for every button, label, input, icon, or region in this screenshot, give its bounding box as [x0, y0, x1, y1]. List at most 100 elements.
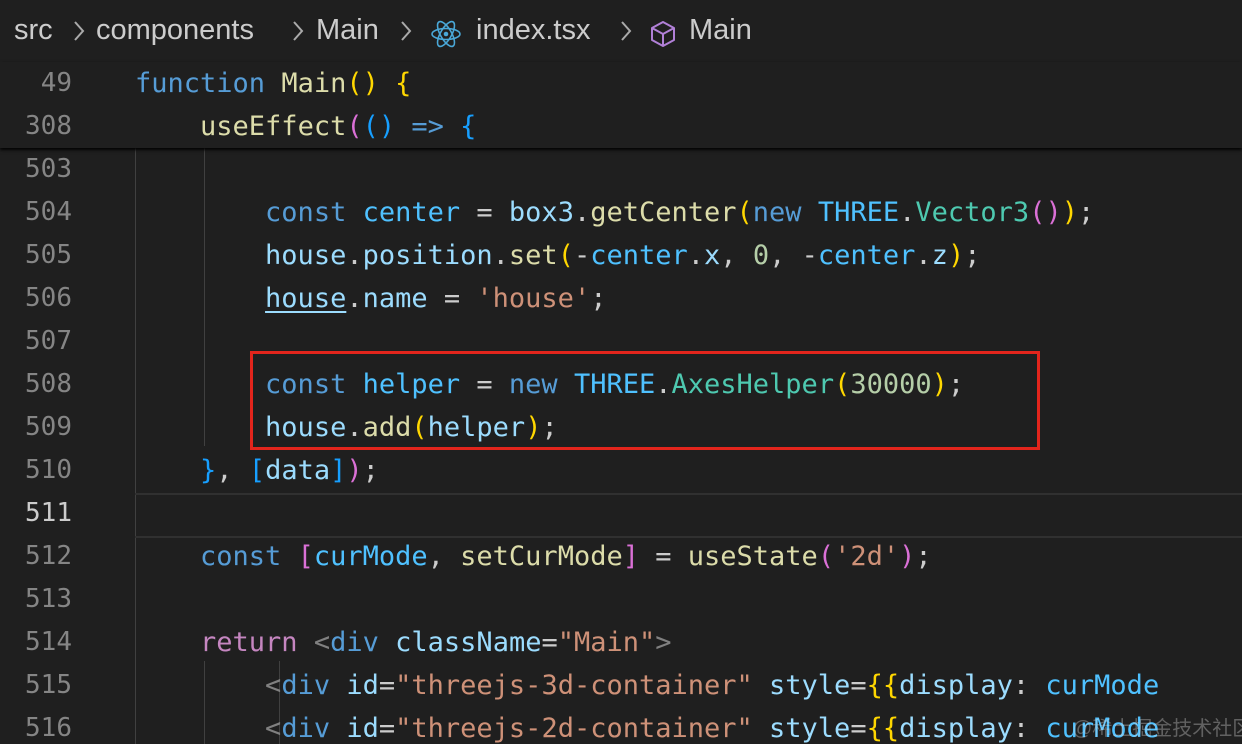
- code-token: <: [265, 713, 282, 744]
- code-token: className: [395, 627, 542, 658]
- code-token: id: [346, 670, 379, 701]
- code-token: curMode: [1045, 670, 1160, 701]
- code-token: =: [850, 670, 867, 701]
- code-token: useEffect: [200, 111, 347, 142]
- code-token: set: [508, 240, 558, 271]
- code-line[interactable]: 515 <div id="threejs-3d-container" style…: [0, 664, 1242, 707]
- code-token: :: [1012, 670, 1046, 701]
- code-token: position: [362, 240, 493, 271]
- line-number: 513: [25, 584, 72, 614]
- code-token: div: [281, 670, 331, 701]
- code-token: -: [573, 240, 591, 271]
- code-token: ,: [216, 455, 249, 486]
- code-token: (: [346, 111, 363, 142]
- breadcrumb-item-file[interactable]: index.tsx: [476, 14, 590, 47]
- code-text: }, [data]);: [135, 449, 379, 492]
- code-token: display: [899, 713, 1013, 744]
- line-number: 509: [25, 412, 72, 442]
- code-token: div: [330, 627, 379, 658]
- breadcrumb-item-main-folder[interactable]: Main: [316, 14, 379, 47]
- code-token: {: [460, 111, 477, 142]
- line-number: 503: [25, 154, 72, 184]
- code-token: }: [200, 455, 217, 486]
- chevron-right-icon: [72, 18, 86, 51]
- code-token: =: [541, 627, 558, 658]
- code-text: useEffect(() => {: [135, 105, 476, 148]
- chevron-right-icon: [291, 18, 305, 51]
- code-token: =: [378, 713, 396, 744]
- code-token: [: [297, 541, 314, 572]
- code-token: ): [1061, 197, 1078, 228]
- code-line[interactable]: 512 const [curMode, setCurMode] = useSta…: [0, 535, 1242, 578]
- code-token: ;: [915, 541, 932, 572]
- line-number: 505: [25, 240, 72, 270]
- code-token: <: [313, 627, 331, 658]
- code-token: style: [769, 670, 851, 701]
- code-token: .: [915, 240, 932, 271]
- line-number: 512: [25, 541, 72, 571]
- code-line[interactable]: 506 house.name = 'house';: [0, 277, 1242, 320]
- chevron-right-icon: [399, 18, 413, 51]
- code-token: getCenter: [590, 197, 737, 228]
- code-token: =: [638, 541, 688, 572]
- sticky-scroll-header: 49 function Main() {308 useEffect(() => {: [0, 62, 1242, 148]
- code-token: useState: [687, 541, 818, 572]
- line-number: 507: [25, 326, 72, 356]
- code-token: new: [752, 197, 802, 228]
- line-number: 504: [25, 197, 72, 227]
- code-token: (: [817, 541, 835, 572]
- code-token: <: [265, 670, 282, 701]
- breadcrumb-item-components[interactable]: components: [96, 14, 254, 47]
- code-token: center: [590, 240, 688, 271]
- code-token: (): [1029, 197, 1062, 228]
- code-line[interactable]: 505 house.position.set(-center.x, 0, -ce…: [0, 234, 1242, 277]
- breadcrumb-item-src[interactable]: src: [14, 14, 53, 47]
- code-token: .: [492, 240, 509, 271]
- code-token: "threejs-2d-container": [395, 713, 753, 744]
- code-line[interactable]: 503: [0, 148, 1242, 191]
- code-line[interactable]: 510 }, [data]);: [0, 449, 1242, 492]
- code-token: ,: [427, 541, 461, 572]
- code-line[interactable]: 516 <div id="threejs-2d-container" style…: [0, 707, 1242, 744]
- code-token: :: [1012, 713, 1046, 744]
- code-token: .: [687, 240, 705, 271]
- line-number: 511: [25, 498, 72, 528]
- code-token: data: [265, 455, 331, 486]
- code-text: house.position.set(-center.x, 0, -center…: [135, 234, 980, 277]
- line-number: 510: [25, 455, 72, 485]
- code-line[interactable]: 504 const center = box3.getCenter(new TH…: [0, 191, 1242, 234]
- code-token: {{: [866, 670, 900, 701]
- breadcrumb-item-symbol[interactable]: Main: [689, 14, 752, 47]
- code-token: curMode: [313, 541, 428, 572]
- code-token: .: [346, 240, 363, 271]
- code-line[interactable]: 514 return <div className="Main">: [0, 621, 1242, 664]
- line-number: 308: [25, 111, 72, 141]
- code-token: .: [899, 197, 916, 228]
- code-line[interactable]: 49 function Main() {: [0, 62, 1242, 105]
- code-token: , -: [769, 240, 818, 271]
- code-token: =: [378, 670, 396, 701]
- code-line[interactable]: 511: [0, 492, 1242, 535]
- code-line[interactable]: 308 useEffect(() => {: [0, 105, 1242, 148]
- code-token: '2d': [834, 541, 900, 572]
- cube-symbol-icon: [648, 19, 678, 57]
- code-line[interactable]: 513: [0, 578, 1242, 621]
- code-token: display: [899, 670, 1013, 701]
- line-number: 506: [25, 283, 72, 313]
- code-token: house: [265, 240, 347, 271]
- code-token: (): [362, 111, 396, 142]
